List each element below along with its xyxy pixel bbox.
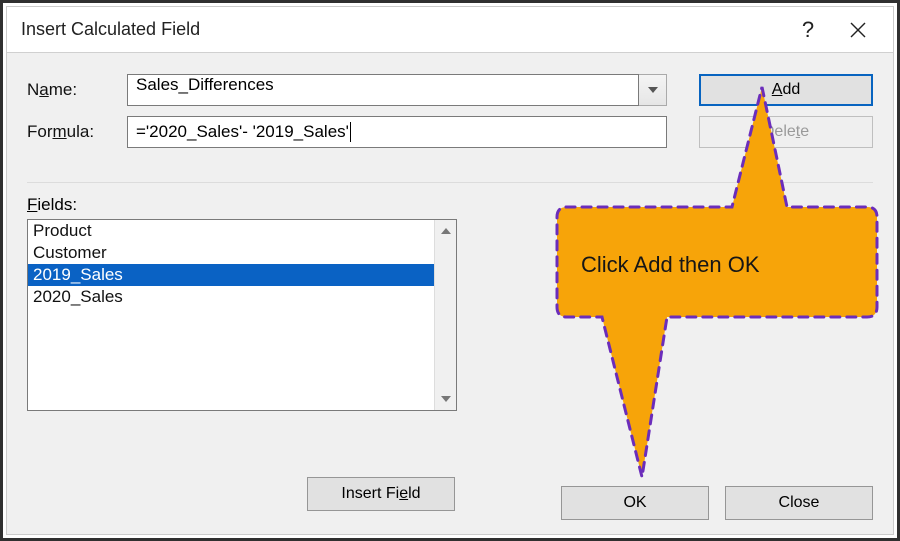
fields-listbox[interactable]: ProductCustomer2019_Sales2020_Sales: [27, 219, 457, 411]
label-text: For: [27, 122, 53, 141]
label-text: ula:: [67, 122, 94, 141]
text-caret: [350, 122, 351, 142]
name-label: Name:: [27, 80, 127, 100]
add-button[interactable]: Add: [699, 74, 873, 106]
button-label: A: [772, 81, 783, 98]
ok-button[interactable]: OK: [561, 486, 709, 520]
close-icon: [850, 22, 866, 38]
chevron-down-icon: [648, 87, 658, 93]
button-label: Close: [779, 494, 820, 511]
insert-field-button[interactable]: Insert Field: [307, 477, 455, 511]
close-x-button[interactable]: [833, 8, 883, 52]
formula-input[interactable]: ='2020_Sales'- '2019_Sales': [127, 116, 667, 148]
list-item[interactable]: Customer: [28, 242, 434, 264]
button-label: ld: [408, 485, 420, 502]
label-text: m: [53, 122, 67, 141]
label-text: me:: [49, 80, 77, 99]
separator: [27, 182, 873, 183]
scroll-down-button[interactable]: [435, 388, 456, 410]
formula-label: Formula:: [27, 122, 127, 142]
name-value-text: Sales_Differences: [136, 75, 274, 94]
label-text: ields:: [37, 195, 77, 214]
label-text: F: [27, 195, 37, 214]
button-label: Insert Fi: [341, 485, 399, 502]
button-label: Dele: [763, 123, 796, 140]
button-label: OK: [623, 494, 646, 511]
dialog-insert-calculated-field: Insert Calculated Field ? Name:: [6, 6, 894, 535]
chevron-down-icon: [441, 396, 451, 402]
help-button[interactable]: ?: [783, 8, 833, 52]
help-icon: ?: [802, 17, 814, 43]
name-input[interactable]: Sales_Differences: [127, 74, 639, 106]
dialog-title: Insert Calculated Field: [21, 19, 783, 40]
button-label: e: [399, 485, 408, 502]
delete-button: Delete: [699, 116, 873, 148]
name-dropdown-button[interactable]: [639, 74, 667, 106]
titlebar: Insert Calculated Field ?: [7, 7, 893, 53]
list-item[interactable]: 2019_Sales: [28, 264, 434, 286]
list-item[interactable]: Product: [28, 220, 434, 242]
label-text: a: [39, 80, 48, 99]
scrollbar[interactable]: [434, 220, 456, 410]
button-label: e: [800, 123, 809, 140]
button-label: dd: [782, 81, 800, 98]
scroll-up-button[interactable]: [435, 220, 456, 242]
formula-value-text: ='2020_Sales'- '2019_Sales': [136, 122, 349, 142]
fields-label: Fields:: [27, 195, 873, 215]
close-button[interactable]: Close: [725, 486, 873, 520]
list-item[interactable]: 2020_Sales: [28, 286, 434, 308]
chevron-up-icon: [441, 228, 451, 234]
label-text: N: [27, 80, 39, 99]
